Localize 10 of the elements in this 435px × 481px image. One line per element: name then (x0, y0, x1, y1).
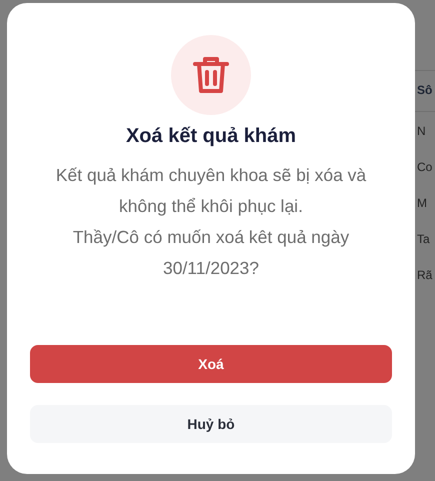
cancel-button[interactable]: Huỷ bỏ (30, 405, 392, 443)
delete-button[interactable]: Xoá (30, 345, 392, 383)
table-cell-text: Ta (416, 231, 431, 248)
table-cell-text: Rã (416, 267, 434, 284)
dialog-title: Xoá kết quả khám (126, 125, 296, 148)
dialog-message: Kết quả khám chuyên khoa sẽ bị xóa và không thể khôi phục lại. (54, 164, 368, 218)
table-cell-text: Co (416, 159, 434, 176)
table-cell-text: N (416, 123, 427, 140)
dialog-message: Thầy/Cô có muốn xoá kêt quả ngày 30/11/2023? (72, 226, 350, 280)
table-cell-text: M (416, 195, 428, 212)
